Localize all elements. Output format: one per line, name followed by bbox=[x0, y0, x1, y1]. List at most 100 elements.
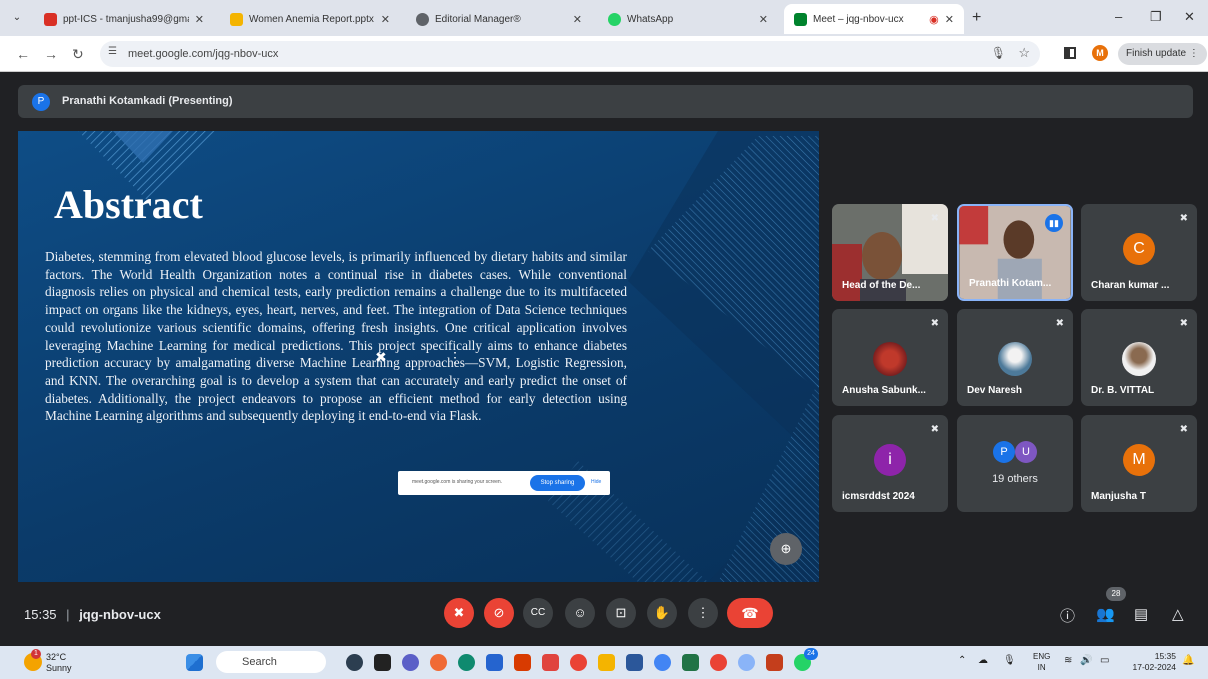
windows-start-icon[interactable] bbox=[186, 654, 203, 671]
windows-taskbar: 1 32°C Sunny ⌕ Search 24 ⌃ ☁ 🎙 ENG IN ≋ … bbox=[0, 646, 1208, 679]
profile-avatar[interactable]: M bbox=[1092, 45, 1108, 61]
others-tile[interactable]: P U 19 others bbox=[957, 415, 1073, 512]
browser-icon[interactable] bbox=[654, 654, 671, 671]
url-text: meet.google.com/jqg-nbov-ucx bbox=[128, 48, 279, 60]
bookmark-star-icon[interactable]: ☆ bbox=[1018, 45, 1030, 61]
participant-tile[interactable]: ✖ Dr. B. VITTAL bbox=[1081, 309, 1197, 406]
participant-name: Head of the De... bbox=[842, 280, 921, 291]
browser-toolbar: ← → ↻ ☰ meet.google.com/jqg-nbov-ucx 🎙 ☆… bbox=[0, 36, 1208, 72]
chat-icon[interactable]: ▤ bbox=[1134, 605, 1148, 623]
tab-search-chevron-icon[interactable]: ⌄ bbox=[8, 9, 26, 27]
captions-button[interactable]: CC bbox=[523, 598, 553, 628]
new-tab-button[interactable]: + bbox=[972, 9, 981, 27]
close-icon[interactable]: ✕ bbox=[759, 13, 768, 26]
meeting-info: 15:35 | jqg-nbov-ucx bbox=[24, 607, 161, 622]
address-bar[interactable]: ☰ meet.google.com/jqg-nbov-ucx 🎙 ☆ bbox=[100, 41, 1040, 67]
task-view-icon[interactable] bbox=[374, 654, 391, 671]
wifi-icon[interactable]: ≋ bbox=[1064, 655, 1072, 666]
muted-mic-icon: ✖ bbox=[1055, 318, 1064, 329]
weather-condition: Sunny bbox=[46, 663, 72, 673]
tab-slides[interactable]: Women Anemia Report.pptx - ✕ bbox=[220, 4, 400, 34]
more-options-button[interactable]: ⋮ bbox=[688, 598, 718, 628]
close-icon[interactable]: ✕ bbox=[381, 13, 390, 26]
muted-mic-icon: ✖ bbox=[930, 424, 939, 435]
weather-widget[interactable]: 32°C Sunny bbox=[46, 652, 72, 674]
participant-tile[interactable]: ▮▮ Pranathi Kotam... bbox=[957, 204, 1073, 301]
reload-button[interactable]: ↻ bbox=[72, 46, 84, 63]
file-explorer-icon[interactable] bbox=[598, 654, 615, 671]
hide-button[interactable]: Hide bbox=[591, 479, 601, 485]
onedrive-icon[interactable]: ☁ bbox=[978, 655, 988, 666]
teams-chat-icon[interactable] bbox=[402, 654, 419, 671]
mic-tray-icon[interactable]: 🎙 bbox=[1003, 655, 1016, 666]
taskbar-search[interactable]: Search bbox=[216, 651, 326, 673]
globe-icon bbox=[416, 12, 429, 26]
participant-name: Pranathi Kotam... bbox=[969, 278, 1052, 289]
leave-call-button[interactable]: ☎ bbox=[727, 598, 773, 628]
app-icon[interactable] bbox=[514, 654, 531, 671]
tab-whatsapp[interactable]: WhatsApp ✕ bbox=[598, 4, 778, 34]
app-r-icon[interactable] bbox=[738, 654, 755, 671]
chrome-profile-icon[interactable] bbox=[710, 654, 727, 671]
participant-tile[interactable]: ✖ Head of the De... bbox=[832, 204, 948, 301]
participant-tile[interactable]: ✖ M Manjusha T bbox=[1081, 415, 1197, 512]
participant-avatar bbox=[998, 342, 1032, 376]
close-icon[interactable]: ✕ bbox=[573, 13, 582, 26]
word-icon[interactable] bbox=[626, 654, 643, 671]
participant-tile[interactable]: ✖ C Charan kumar ... bbox=[1081, 204, 1197, 301]
site-info-icon[interactable]: ☰ bbox=[108, 46, 122, 60]
slides-icon bbox=[230, 12, 243, 26]
present-screen-button[interactable]: ⊡ bbox=[606, 598, 636, 628]
finish-update-label: Finish update bbox=[1126, 48, 1187, 59]
tab-title: Editorial Manager® bbox=[435, 13, 521, 25]
participant-tile[interactable]: ✖ Anusha Sabunk... bbox=[832, 309, 948, 406]
browser-tab-strip: ⌄ ppt-ICS - tmanjusha99@gmail. ✕ Women A… bbox=[0, 0, 1208, 36]
clock-date[interactable]: 15:35 17-02-2024 bbox=[1126, 651, 1176, 673]
powerpoint-icon[interactable] bbox=[766, 654, 783, 671]
copilot-icon[interactable] bbox=[346, 654, 363, 671]
battery-icon[interactable]: ▭ bbox=[1100, 655, 1109, 666]
excel-icon[interactable] bbox=[682, 654, 699, 671]
stop-sharing-button[interactable]: Stop sharing bbox=[530, 475, 585, 491]
participant-avatar bbox=[873, 342, 907, 376]
side-panel-icon[interactable] bbox=[1064, 47, 1076, 59]
close-icon[interactable]: ✕ bbox=[945, 13, 954, 26]
emoji-reaction-button[interactable]: ☺ bbox=[565, 598, 595, 628]
close-icon[interactable]: ✕ bbox=[195, 13, 204, 26]
language-indicator[interactable]: ENG IN bbox=[1033, 651, 1050, 673]
minimize-button[interactable]: – bbox=[1115, 9, 1122, 24]
participant-tile[interactable]: ✖ i icmsrddst 2024 bbox=[832, 415, 948, 512]
tray-chevron-icon[interactable]: ⌃ bbox=[958, 655, 966, 666]
forward-button[interactable]: → bbox=[44, 46, 58, 62]
maximize-button[interactable]: ❐ bbox=[1150, 9, 1162, 25]
camera-toggle-button[interactable]: ⊘ bbox=[484, 598, 514, 628]
volume-icon[interactable]: 🔊 bbox=[1080, 655, 1092, 666]
participant-avatar bbox=[1122, 342, 1156, 376]
muted-mic-icon: ✖ bbox=[930, 213, 939, 224]
zoom-in-button[interactable]: ⊕ bbox=[770, 533, 802, 565]
back-button[interactable]: ← bbox=[16, 46, 30, 62]
store-icon[interactable] bbox=[486, 654, 503, 671]
region-code: IN bbox=[1037, 663, 1046, 672]
raise-hand-button[interactable]: ✋ bbox=[647, 598, 677, 628]
notification-bell-icon[interactable]: 🔔 bbox=[1182, 655, 1194, 666]
presenter-avatar: P bbox=[32, 93, 50, 111]
microphone-icon[interactable]: 🎙 bbox=[991, 46, 1006, 60]
microphone-toggle-button[interactable]: ✖ bbox=[444, 598, 474, 628]
meeting-details-icon[interactable]: ⓘ bbox=[1060, 605, 1075, 626]
chrome-icon[interactable] bbox=[570, 654, 587, 671]
brave-icon[interactable] bbox=[542, 654, 559, 671]
participant-name: Anusha Sabunk... bbox=[842, 385, 926, 396]
participant-tile[interactable]: ✖ Dev Naresh bbox=[957, 309, 1073, 406]
people-icon[interactable]: 👥 bbox=[1096, 605, 1115, 623]
firefox-icon[interactable] bbox=[430, 654, 447, 671]
activities-icon[interactable]: △ bbox=[1172, 605, 1184, 623]
tab-editorial-manager[interactable]: Editorial Manager® ✕ bbox=[406, 4, 592, 34]
finish-update-button[interactable]: Finish update ⋮ bbox=[1118, 43, 1207, 65]
close-window-button[interactable]: ✕ bbox=[1184, 9, 1195, 25]
tab-gmail[interactable]: ppt-ICS - tmanjusha99@gmail. ✕ bbox=[34, 4, 214, 34]
tab-meet[interactable]: Meet – jqg-nbov-ucx ◉ ✕ bbox=[784, 4, 964, 34]
screen-share-notification: meet.google.com is sharing your screen. … bbox=[398, 471, 610, 495]
edge-icon[interactable] bbox=[458, 654, 475, 671]
participant-name: Charan kumar ... bbox=[1091, 280, 1170, 291]
